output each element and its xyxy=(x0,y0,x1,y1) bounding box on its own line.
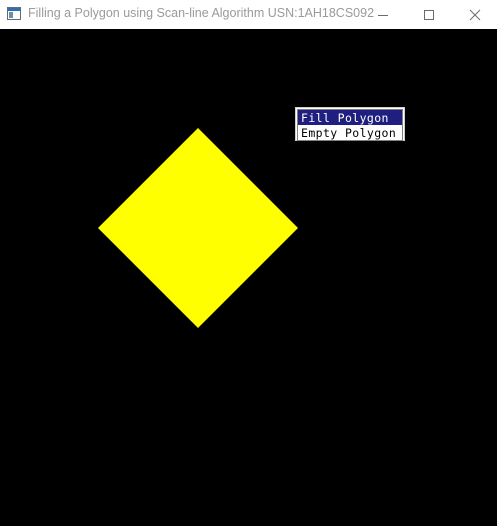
polygon-svg xyxy=(98,128,298,328)
filled-polygon xyxy=(98,128,298,328)
context-menu: Fill Polygon Empty Polygon xyxy=(295,107,405,141)
window-title: Filling a Polygon using Scan-line Algori… xyxy=(28,6,375,20)
maximize-icon xyxy=(424,9,434,20)
title-bar[interactable]: Filling a Polygon using Scan-line Algori… xyxy=(0,0,497,29)
close-icon xyxy=(469,9,481,20)
menu-item-empty-polygon[interactable]: Empty Polygon xyxy=(297,125,403,141)
minimize-icon xyxy=(378,14,388,16)
minimize-button[interactable] xyxy=(360,0,406,29)
app-window: Filling a Polygon using Scan-line Algori… xyxy=(0,0,497,526)
app-icon xyxy=(7,7,21,20)
menu-item-fill-polygon[interactable]: Fill Polygon xyxy=(297,109,403,125)
close-button[interactable] xyxy=(452,0,497,29)
maximize-button[interactable] xyxy=(406,0,452,29)
drawing-canvas[interactable]: Fill Polygon Empty Polygon xyxy=(0,29,497,526)
